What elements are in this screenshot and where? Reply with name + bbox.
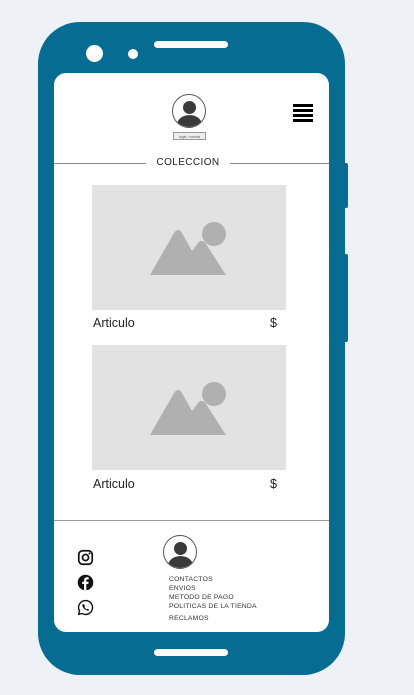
image-placeholder-icon: [150, 222, 226, 275]
login-button[interactable]: login / cuenta: [173, 132, 206, 140]
product-image[interactable]: [92, 345, 286, 470]
phone-home-bar: [154, 649, 228, 656]
footer-avatar-icon: [163, 535, 197, 569]
front-sensor: [128, 49, 138, 59]
footer-link-politicas[interactable]: POLITICAS DE LA TIENDA: [169, 602, 257, 611]
collection-divider-right: [230, 163, 329, 164]
whatsapp-icon[interactable]: [77, 599, 94, 616]
phone-power-button: [343, 254, 348, 342]
collection-title: COLECCION: [156, 157, 220, 168]
front-camera: [86, 45, 103, 62]
footer-link-reclamos[interactable]: RECLAMOS: [169, 614, 257, 623]
footer-link-contactos[interactable]: CONTACTOS: [169, 575, 257, 584]
product-name[interactable]: Articulo: [93, 316, 135, 330]
footer-divider: [54, 520, 329, 521]
product-price: $: [270, 316, 277, 330]
phone-screen: login / cuenta COLECCION Articulo $ Arti…: [54, 73, 329, 632]
footer-link-envios[interactable]: ENVIOS: [169, 584, 257, 593]
user-avatar-icon[interactable]: [172, 94, 206, 128]
phone-speaker: [154, 41, 228, 48]
facebook-icon[interactable]: [77, 574, 94, 591]
footer-link-metodo-de-pago[interactable]: METODO DE PAGO: [169, 593, 257, 602]
instagram-icon[interactable]: [77, 549, 94, 566]
product-name[interactable]: Articulo: [93, 477, 135, 491]
collection-divider-left: [54, 163, 146, 164]
hamburger-menu-icon[interactable]: [293, 104, 313, 122]
footer-links: CONTACTOS ENVIOS METODO DE PAGO POLITICA…: [169, 575, 257, 623]
product-price: $: [270, 477, 277, 491]
product-image[interactable]: [92, 185, 286, 310]
image-placeholder-icon: [150, 382, 226, 435]
phone-volume-button: [343, 163, 348, 208]
